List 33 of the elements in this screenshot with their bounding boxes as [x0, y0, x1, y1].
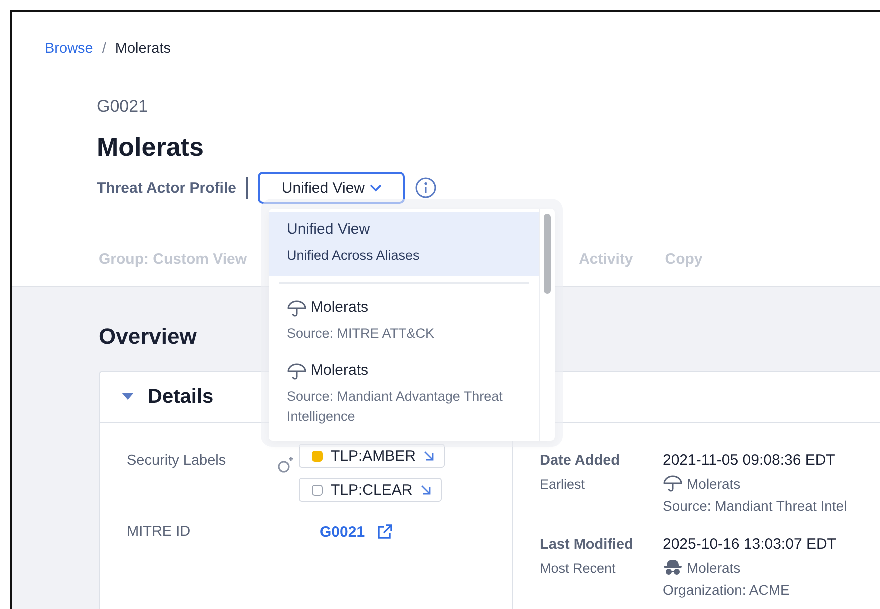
option-title: Unified View [287, 221, 370, 239]
card-title: Details [148, 386, 214, 408]
field-sublabel: Most Recent [540, 561, 617, 576]
origin-text: Organization: ACME [663, 582, 791, 598]
field-label: Last Modified [540, 536, 634, 554]
dropdown-option[interactable]: Molerats Source: MITRE ATT&CK [269, 290, 540, 353]
field-sublabel: Earliest [540, 477, 586, 492]
option-title: Molerats [311, 362, 369, 380]
breadcrumb-link[interactable]: Browse [45, 40, 94, 58]
option-subtitle: Source: Mandiant Advantage Threat Intelligence [287, 388, 504, 426]
security-label-tag[interactable]: TLP:AMBER [299, 444, 446, 468]
security-label-tag[interactable]: TLP:CLEAR [299, 478, 442, 502]
field-label: Date Added [540, 452, 622, 470]
section-title: Overview [99, 323, 197, 351]
actor-name: Molerats [687, 476, 741, 492]
profile-type: Threat Actor Profile [97, 180, 236, 196]
page-title: Molerats [97, 131, 205, 163]
breadcrumb-current: Molerats [115, 40, 171, 58]
option-subtitle: Source: MITRE ATT&CK [287, 325, 436, 343]
field-label: Security Labels [127, 452, 228, 471]
option-title: Molerats [311, 299, 369, 317]
timestamp: 2021-11-05 09:08:36 EDT [663, 452, 836, 470]
origin-text: Source: Mandiant Threat Intel [663, 498, 848, 514]
dropdown-option[interactable]: Molerats Source: Mandiant Advantage Threat Intelligence [269, 353, 540, 436]
view-select[interactable]: Unified View [258, 172, 406, 204]
field-label: MITRE ID [127, 523, 192, 541]
actor-name: Molerats [687, 560, 741, 576]
mitre-id-link[interactable]: G0021 [320, 523, 512, 541]
option-subtitle: Unified Across Aliases [287, 247, 421, 265]
actor-id: G0021 [97, 96, 150, 118]
breadcrumb-separator: / [102, 40, 106, 58]
timestamp: 2025-10-16 13:03:07 EDT [663, 536, 838, 554]
dropdown-option[interactable]: Unified View Unified Across Aliases [269, 212, 540, 276]
